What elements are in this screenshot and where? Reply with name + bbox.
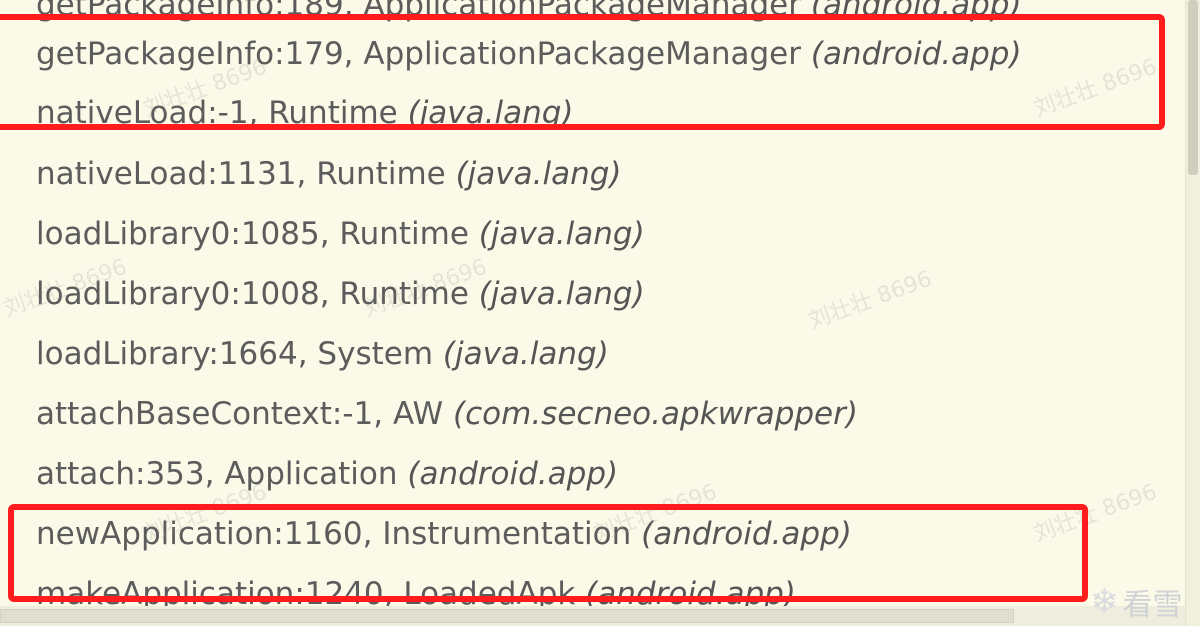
vertical-scrollbar[interactable]	[1185, 0, 1200, 626]
frame-package: (java.lang)	[478, 276, 645, 312]
stack-frame[interactable]: nativeLoad:-1, Runtime (java.lang)	[36, 83, 574, 143]
frame-method: nativeLoad:1131, Runtime	[36, 156, 456, 192]
frame-package: (android.app)	[810, 0, 1022, 23]
frame-package: (java.lang)	[455, 156, 622, 192]
frame-method: getPackageInfo:179, ApplicationPackageMa…	[36, 36, 811, 72]
snowflake-icon: ❄	[1090, 582, 1119, 622]
frame-method: loadLibrary0:1085, Runtime	[36, 216, 479, 252]
frame-method: attachBaseContext:-1, AW	[36, 396, 454, 432]
vertical-scrollbar-thumb[interactable]	[1188, 0, 1198, 175]
frame-method: getPackageInfo:189, ApplicationPackageMa…	[36, 0, 811, 23]
site-logo: ❄ 看雪	[1090, 578, 1200, 626]
watermark: 刘壮壮 8696	[1030, 479, 1161, 548]
horizontal-scrollbar[interactable]	[0, 606, 1186, 626]
watermark: 刘壮壮 8696	[1030, 54, 1161, 123]
frame-package: (android.app)	[407, 456, 619, 492]
debugger-frames-panel: getPackageInfo:189, ApplicationPackageMa…	[0, 0, 1186, 626]
horizontal-scrollbar-thumb[interactable]	[0, 609, 1014, 623]
frame-package: (android.app)	[810, 36, 1022, 72]
watermark: 刘壮壮 8696	[805, 266, 936, 335]
stack-frame[interactable]: loadLibrary:1664, System (java.lang)	[36, 324, 609, 384]
site-logo-text: 看雪	[1122, 588, 1183, 623]
frame-method: nativeLoad:-1, Runtime	[36, 95, 408, 131]
stack-frame[interactable]: loadLibrary0:1085, Runtime (java.lang)	[36, 204, 645, 264]
frame-package: (java.lang)	[407, 95, 574, 131]
stack-frame[interactable]: attach:353, Application (android.app)	[36, 444, 618, 504]
stack-frame[interactable]: attachBaseContext:-1, AW (com.secneo.apk…	[36, 384, 858, 444]
frame-method: newApplication:1160, Instrumentation	[36, 516, 642, 552]
frame-package: (java.lang)	[478, 216, 645, 252]
stack-frame[interactable]: getPackageInfo:179, ApplicationPackageMa…	[36, 24, 1022, 84]
frame-method: loadLibrary:1664, System	[36, 336, 443, 372]
frame-package: (java.lang)	[442, 336, 609, 372]
stack-frame[interactable]: nativeLoad:1131, Runtime (java.lang)	[36, 144, 622, 204]
frame-package: (com.secneo.apkwrapper)	[453, 396, 858, 432]
